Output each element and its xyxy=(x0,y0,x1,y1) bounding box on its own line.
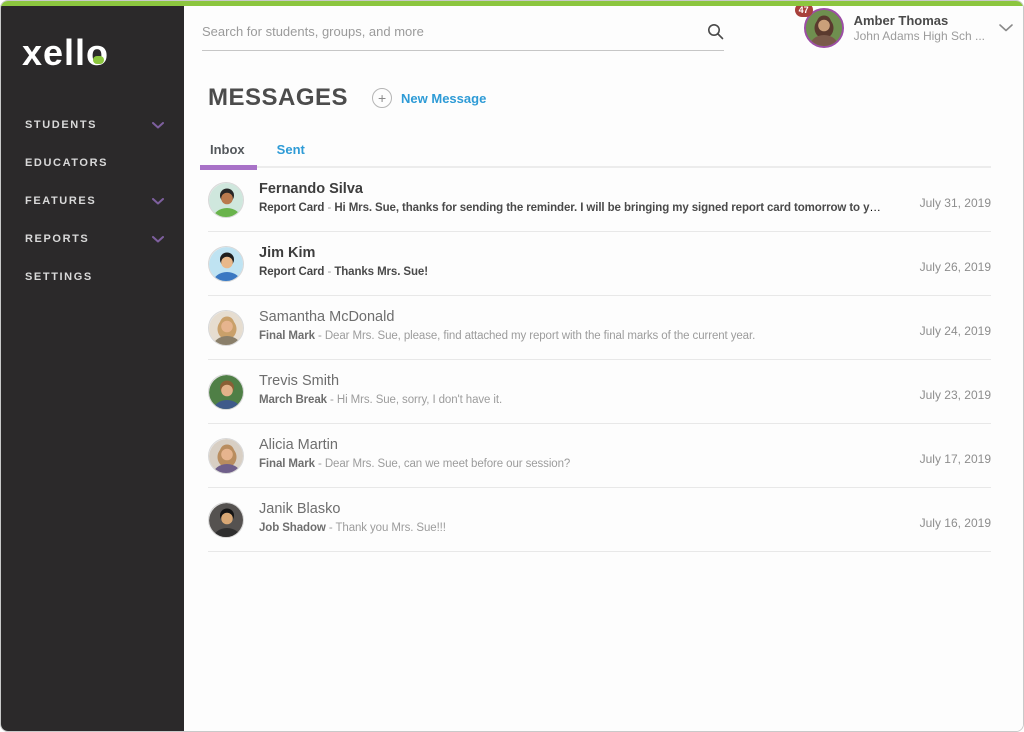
subject-separator: - xyxy=(318,458,325,470)
message-date: July 24, 2019 xyxy=(920,324,991,338)
message-text-block: Samantha McDonald Final Mark - Dear Mrs.… xyxy=(259,308,755,359)
main-panel: MESSAGES + New Message Inbox Sent xyxy=(184,58,1023,552)
sidebar-item-label: FEATURES xyxy=(25,195,96,207)
sidebar-item-label: REPORTS xyxy=(25,233,89,245)
sender-avatar xyxy=(208,246,244,282)
logo-green-dot-icon xyxy=(93,56,104,64)
message-summary: Job Shadow - Thank you Mrs. Sue!!! xyxy=(259,520,446,537)
search-box xyxy=(202,12,724,51)
message-summary: Final Mark - Dear Mrs. Sue, please, find… xyxy=(259,328,755,345)
sender-avatar xyxy=(208,438,244,474)
message-row[interactable]: Janik Blasko Job Shadow - Thank you Mrs.… xyxy=(208,488,991,552)
message-row[interactable]: Samantha McDonald Final Mark - Dear Mrs.… xyxy=(208,296,991,360)
top-accent-bar xyxy=(1,1,1023,6)
topbar: 47 Amber Thomas John Adams High Sch ... xyxy=(184,6,1023,58)
tab-inbox-label: Inbox xyxy=(210,142,245,157)
message-subject: Report Card xyxy=(259,202,324,214)
sender-name: Alicia Martin xyxy=(259,436,570,455)
chevron-down-icon xyxy=(152,198,164,205)
sender-avatar xyxy=(208,310,244,346)
message-date: July 16, 2019 xyxy=(920,516,991,530)
sender-name: Janik Blasko xyxy=(259,500,446,519)
message-preview: Thank you Mrs. Sue!!! xyxy=(335,522,445,534)
message-row[interactable]: Trevis Smith March Break - Hi Mrs. Sue, … xyxy=(208,360,991,424)
logo-text: xello xyxy=(22,32,109,73)
new-message-button[interactable]: + New Message xyxy=(372,88,486,108)
message-date: July 26, 2019 xyxy=(920,260,991,274)
sidebar-item[interactable]: FEATURES xyxy=(1,182,184,220)
sidebar-item-label: STUDENTS xyxy=(25,119,97,131)
app-logo[interactable]: xello xyxy=(22,32,109,74)
sender-name: Trevis Smith xyxy=(259,372,502,391)
sender-name: Jim Kim xyxy=(259,244,428,263)
search-input[interactable] xyxy=(202,24,707,39)
sender-avatar xyxy=(208,182,244,218)
message-preview: Hi Mrs. Sue, sorry, I don't have it. xyxy=(337,394,502,406)
chevron-down-icon xyxy=(152,122,164,129)
message-text-block: Alicia Martin Final Mark - Dear Mrs. Sue… xyxy=(259,436,570,487)
sender-avatar xyxy=(208,502,244,538)
message-summary: March Break - Hi Mrs. Sue, sorry, I don'… xyxy=(259,392,502,409)
title-row: MESSAGES + New Message xyxy=(208,84,991,112)
app-window: xello STUDENTS EDUCATORS xyxy=(0,0,1024,732)
message-text-block: Trevis Smith March Break - Hi Mrs. Sue, … xyxy=(259,372,502,423)
message-subject: Report Card xyxy=(259,266,324,278)
message-date: July 31, 2019 xyxy=(920,196,991,210)
message-date: July 23, 2019 xyxy=(920,388,991,402)
user-name: Amber Thomas xyxy=(854,13,985,29)
chevron-down-icon xyxy=(999,24,1013,32)
message-row[interactable]: Fernando Silva Report Card - Hi Mrs. Sue… xyxy=(208,168,991,232)
sender-name: Fernando Silva xyxy=(259,180,881,199)
sidebar-item-label: SETTINGS xyxy=(25,271,93,283)
sidebar-item[interactable]: REPORTS xyxy=(1,220,184,258)
message-preview: Thanks Mrs. Sue! xyxy=(334,266,428,278)
message-subject: Final Mark xyxy=(259,458,315,470)
tab-inbox[interactable]: Inbox xyxy=(208,142,247,166)
tabs: Inbox Sent xyxy=(208,142,991,168)
sidebar-item[interactable]: EDUCATORS xyxy=(1,144,184,182)
message-list: Fernando Silva Report Card - Hi Mrs. Sue… xyxy=(208,168,991,552)
new-message-label: New Message xyxy=(401,91,486,106)
search-icon[interactable] xyxy=(707,23,724,40)
tab-sent-label: Sent xyxy=(277,142,305,157)
message-subject: Job Shadow xyxy=(259,522,326,534)
user-school: John Adams High Sch ... xyxy=(854,29,985,44)
message-text-block: Fernando Silva Report Card - Hi Mrs. Sue… xyxy=(259,180,881,231)
page-title: MESSAGES xyxy=(208,84,348,112)
message-preview: Hi Mrs. Sue, thanks for sending the remi… xyxy=(334,202,881,214)
sidebar-item[interactable]: SETTINGS xyxy=(1,258,184,296)
user-avatar-wrap: 47 xyxy=(804,8,844,48)
message-subject: March Break xyxy=(259,394,327,406)
message-row[interactable]: Jim Kim Report Card - Thanks Mrs. Sue! J… xyxy=(208,232,991,296)
sender-name: Samantha McDonald xyxy=(259,308,755,327)
message-preview: Dear Mrs. Sue, can we meet before our se… xyxy=(325,458,570,470)
message-text-block: Jim Kim Report Card - Thanks Mrs. Sue! xyxy=(259,244,428,295)
message-date: July 17, 2019 xyxy=(920,452,991,466)
message-text-block: Janik Blasko Job Shadow - Thank you Mrs.… xyxy=(259,500,446,551)
user-profile-menu[interactable]: 47 Amber Thomas John Adams High Sch ... xyxy=(804,8,1013,48)
tab-sent[interactable]: Sent xyxy=(275,142,307,166)
message-summary: Final Mark - Dear Mrs. Sue, can we meet … xyxy=(259,456,570,473)
content-area: 47 Amber Thomas John Adams High Sch ... xyxy=(184,6,1023,731)
subject-separator: - xyxy=(330,394,337,406)
message-summary: Report Card - Hi Mrs. Sue, thanks for se… xyxy=(259,200,881,217)
plus-icon: + xyxy=(372,88,392,108)
sidebar-item-label: EDUCATORS xyxy=(25,157,108,169)
subject-separator: - xyxy=(318,330,325,342)
chevron-down-icon xyxy=(152,236,164,243)
sidebar-item[interactable]: STUDENTS xyxy=(1,106,184,144)
message-preview: Dear Mrs. Sue, please, find attached my … xyxy=(325,330,755,342)
sidebar-nav: STUDENTS EDUCATORS FEATURES xyxy=(1,106,184,296)
sidebar: xello STUDENTS EDUCATORS xyxy=(1,6,184,731)
sender-avatar xyxy=(208,374,244,410)
message-summary: Report Card - Thanks Mrs. Sue! xyxy=(259,264,428,281)
message-subject: Final Mark xyxy=(259,330,315,342)
message-row[interactable]: Alicia Martin Final Mark - Dear Mrs. Sue… xyxy=(208,424,991,488)
user-info: Amber Thomas John Adams High Sch ... xyxy=(854,13,985,44)
